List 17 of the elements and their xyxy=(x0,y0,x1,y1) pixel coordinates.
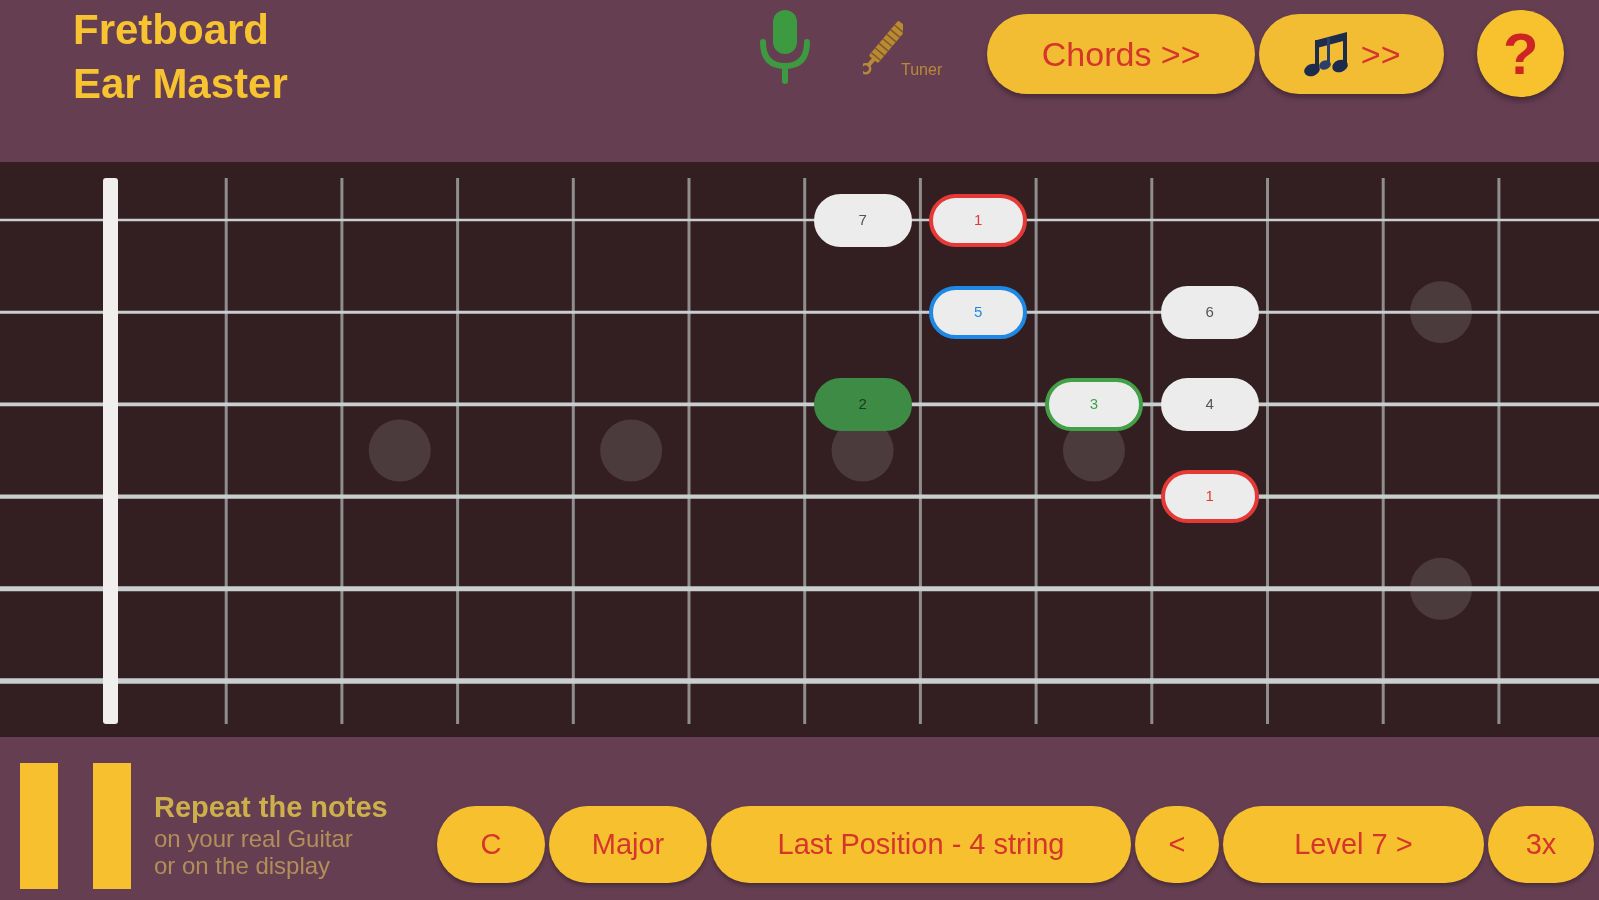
scale-button[interactable]: Major xyxy=(549,806,707,883)
tuner-button[interactable]: Tuner xyxy=(863,15,943,81)
melody-button[interactable]: >> xyxy=(1259,14,1445,94)
previous-level-button[interactable]: < xyxy=(1135,806,1219,883)
level-button[interactable]: Level 7 > xyxy=(1223,806,1484,883)
chords-button[interactable]: Chords >> xyxy=(987,14,1256,94)
hint-text: on your real Guitar or on the display xyxy=(154,825,354,879)
pause-icon xyxy=(20,763,131,889)
key-button[interactable]: C xyxy=(437,806,545,883)
position-button[interactable]: Last Position - 4 string xyxy=(711,806,1131,883)
microphone-button[interactable] xyxy=(759,10,811,84)
prompt-text: Repeat the notes xyxy=(154,790,389,825)
app-title: Fretboard Ear Master xyxy=(73,5,289,109)
repeat-count-button[interactable]: 3x xyxy=(1488,806,1594,883)
microphone-icon xyxy=(759,10,811,84)
help-button[interactable]: ? xyxy=(1477,10,1565,97)
pause-button[interactable] xyxy=(20,763,131,889)
